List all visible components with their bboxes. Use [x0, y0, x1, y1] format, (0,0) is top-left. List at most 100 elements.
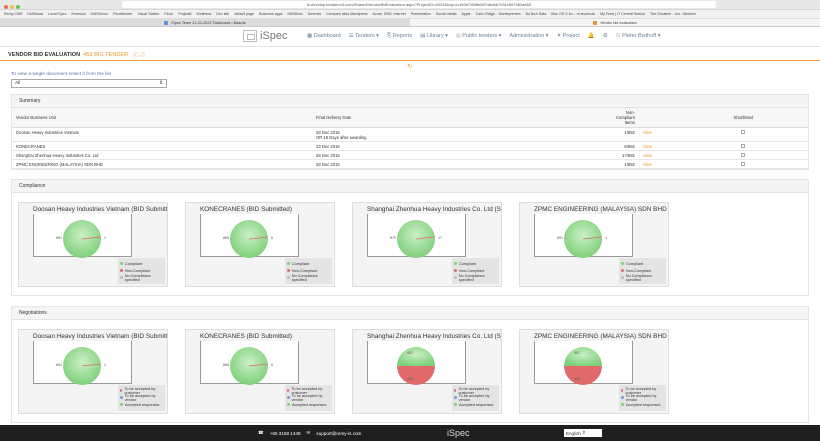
bookmark-item[interactable]: Carlo Ridge... Monteprentes	[476, 12, 521, 16]
footer-phone[interactable]: +65 3158 1448	[270, 431, 301, 436]
nav-library[interactable]: ▤ Library ▾	[420, 33, 448, 40]
refresh-icon[interactable]: ↻	[0, 63, 820, 71]
help-icon[interactable]: ⓘ ♲	[131, 51, 146, 59]
col-noncompliant: Non-Compliant Items	[612, 108, 639, 128]
language-select[interactable]: English ⇕	[564, 429, 602, 437]
bookmark-item[interactable]: The Greatest ...lon - Medium	[650, 12, 696, 16]
phone-icon: ☎	[258, 430, 264, 435]
delivery-date: 28 Dec 2015 OR 16 Days after awarding	[312, 127, 612, 142]
bookmark-item[interactable]: Mac OS X ko... nt shortcuts	[551, 12, 595, 16]
bookmark-item[interactable]: DMSDemo	[91, 12, 109, 16]
nav-reports[interactable]: ⎘ Reports	[387, 33, 412, 40]
legend-item[interactable]: No Compliance specified	[120, 274, 163, 282]
tab-vendor-bid[interactable]: Vendor bid evaluation	[410, 19, 820, 26]
view-link[interactable]: View	[643, 130, 652, 135]
browser-toolbar: ls-develop.tendamo3.com/Shared/VendorBid…	[0, 0, 820, 10]
chart-legend: Compliant Non-Compliant No Compliance spec…	[285, 258, 332, 284]
nav-tenders[interactable]: ☰ Tenders ▾	[349, 33, 379, 40]
bookmark-item[interactable]: Apple	[461, 12, 470, 16]
negotiations-heading: Negotiations	[12, 307, 808, 320]
bookmark-item[interactable]: Presentation	[411, 12, 431, 16]
page-title: VENDOR BID EVALUATION	[8, 51, 81, 58]
compliance-chart-card: KONECRANES (BID Submitted) 886 6 Complia…	[185, 202, 335, 287]
bookmark-item[interactable]: Emerical	[72, 12, 86, 16]
notification-icon[interactable]: 🔔	[588, 33, 595, 40]
shortlist-checkbox[interactable]	[741, 129, 746, 134]
nav-administration[interactable]: Administration ▾	[509, 33, 548, 40]
bookmark-item[interactable]: DMStocal	[27, 12, 43, 16]
view-link[interactable]: View	[643, 162, 652, 167]
shortlist-checkbox[interactable]	[741, 152, 746, 157]
bookmark-item[interactable]: default page	[234, 12, 254, 16]
ispec-logo[interactable]: iSpec	[243, 30, 288, 42]
nav-public-tenders[interactable]: ◎ Public tenders ▾	[456, 33, 501, 40]
nav-dashboard[interactable]: ▦ Dashboard	[307, 33, 341, 40]
bookmark-item[interactable]: Dev site	[216, 12, 229, 16]
project-name[interactable]: 453 BIG TENDER	[83, 52, 128, 58]
pie-label-left: 457	[574, 351, 580, 355]
legend-item[interactable]: To be accepted by vendor	[621, 394, 664, 402]
tab-favicon-icon	[593, 20, 598, 25]
compliance-chart-card: Doosan Heavy Industries Vietnam (BID Sub…	[18, 202, 168, 287]
bookmark-item[interactable]: My Feed | IT Central Station	[600, 12, 645, 16]
nav-project[interactable]: ✦ Project	[557, 33, 580, 40]
vendor-name: ZPMC ENGINEERING (MALAYSIA) SDN BHD	[12, 159, 312, 169]
legend-item[interactable]: No Compliance specified	[621, 274, 664, 282]
bookmark-item[interactable]: Wotlmms	[196, 12, 211, 16]
summary-section: Summary Vendor Business Unit Final Deliv…	[11, 94, 809, 170]
legend-item[interactable]: To be accepted by vendor	[454, 394, 497, 402]
pie-label-left: 875	[390, 236, 396, 240]
bookmark-item[interactable]: Compare sites Wordpress	[326, 12, 367, 16]
pie-slice-green	[397, 347, 435, 366]
chart-legend: To be accepted by customer To be accepted…	[619, 385, 666, 411]
legend-item[interactable]: Compliant	[454, 260, 497, 267]
bookmark-item[interactable]: DuTech Data	[526, 12, 547, 16]
legend-item[interactable]: Accepted responses	[287, 401, 330, 408]
negotiations-chart-card: ZPMC ENGINEERING (MALAYSIA) SDN BHD 457 …	[519, 329, 669, 414]
document-select[interactable]: All ⇕	[11, 79, 167, 88]
legend-item[interactable]: Accepted responses	[454, 401, 497, 408]
address-bar[interactable]: ls-develop.tendamo3.com/Shared/VendorBid…	[122, 1, 716, 8]
view-link[interactable]: View	[643, 144, 652, 149]
legend-item[interactable]: To be accepted by vendor	[287, 394, 330, 402]
legend-item[interactable]: Compliant	[287, 260, 330, 267]
bookmark-item[interactable]: Local iSpec	[48, 12, 67, 16]
bookmark-item[interactable]: Visual Station	[138, 12, 160, 16]
pie-label-right: 6	[271, 236, 273, 240]
pie-label-left: 891	[56, 363, 62, 367]
bookmark-item[interactable]: Project8	[178, 12, 191, 16]
bookmark-item[interactable]: Social media	[436, 12, 457, 16]
bookmark-item[interactable]: Azure, DNS, Internet	[373, 12, 406, 16]
pie-label-left: 891	[557, 236, 563, 240]
noncompliant-count: 17/892	[612, 150, 639, 160]
table-row: KONECRANES 23 Dec 2015 6/892 View	[12, 141, 808, 151]
bookmark-item[interactable]: DMSlinks	[287, 12, 302, 16]
delivery-date: 23 Dec 2015	[312, 141, 612, 151]
bookmark-item[interactable]: Business apps	[259, 12, 282, 16]
pie-label-left: 886	[223, 363, 229, 367]
bookmark-item[interactable]: Finch	[164, 12, 173, 16]
negotiations-section: Negotiations Doosan Heavy Industries Vie…	[11, 306, 809, 423]
legend-item[interactable]: No Compliance specified	[454, 274, 497, 282]
shortlist-checkbox[interactable]	[741, 161, 746, 166]
bookmark-item[interactable]: Remy CMS	[4, 12, 22, 16]
legend-item[interactable]: Compliant	[120, 260, 163, 267]
legend-item[interactable]: Accepted responses	[621, 401, 664, 408]
settings-icon[interactable]: ⚙	[603, 33, 608, 40]
negotiations-chart-card: KONECRANES (BID Submitted) 886 6 To be a…	[185, 329, 335, 414]
compliance-heading: Compliance	[12, 180, 808, 193]
nav-user-menu[interactable]: ⚇ Pieter Bisthoff ▾	[616, 33, 661, 40]
footer-email[interactable]: support@remy-is.com	[316, 431, 361, 436]
shortlist-checkbox[interactable]	[741, 143, 746, 148]
legend-item[interactable]: Compliant	[621, 260, 664, 267]
legend-item[interactable]: Accepted responses	[120, 401, 163, 408]
bookmark-item[interactable]: PinoMeneer	[113, 12, 132, 16]
pie-slice-green	[564, 347, 602, 366]
legend-item[interactable]: No Compliance specified	[287, 274, 330, 282]
tab-taskboard[interactable]: iSpec Team 21-01-2022 Taskboard • Boards	[0, 19, 410, 26]
vendor-name: Shanghai Zhenhua Heavy Industries Co. Lt…	[12, 150, 312, 160]
view-link[interactable]: View	[643, 153, 652, 158]
bookmark-item[interactable]: Dentrals	[308, 12, 321, 16]
legend-item[interactable]: To be accepted by vendor	[120, 394, 163, 402]
chevron-down-icon: ⇕	[158, 81, 163, 86]
